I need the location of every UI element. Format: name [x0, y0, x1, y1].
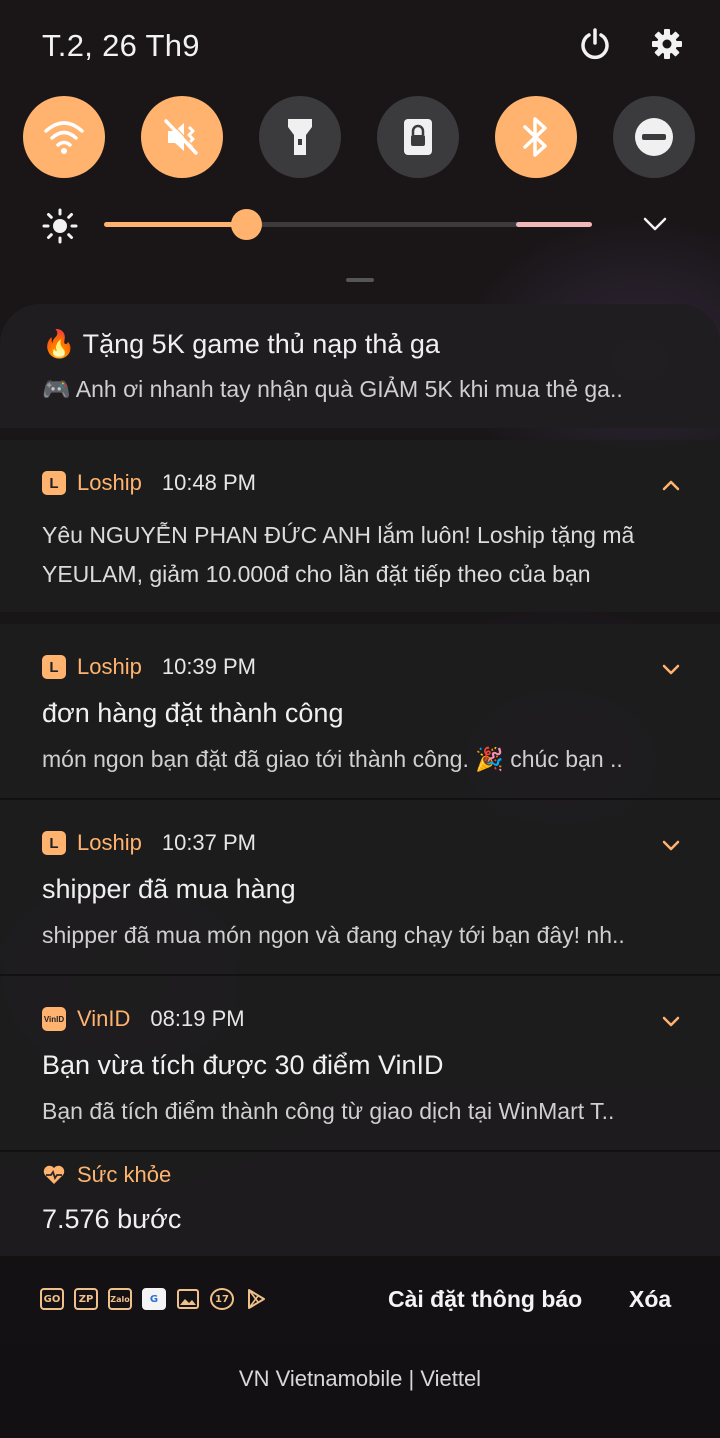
loship-app-icon: L	[42, 831, 66, 855]
notification-title: 🔥 Tặng 5K game thủ nạp thả ga	[42, 329, 440, 359]
notification-body: Bạn đã tích điểm thành công từ giao dịch…	[42, 1098, 615, 1124]
vibrate-mute-icon	[164, 118, 199, 155]
zalopay-app-icon: ZP	[74, 1288, 98, 1310]
date-text: T.2, 26 Th9	[42, 28, 200, 63]
collapse-chevron-icon[interactable]	[660, 478, 682, 492]
notification-body: shipper đã mua món ngon và đang chạy tới…	[42, 922, 625, 948]
rotation-lock-toggle[interactable]	[377, 96, 459, 178]
brightness-fill	[104, 222, 246, 227]
flashlight-toggle[interactable]	[259, 96, 341, 178]
do-not-disturb-toggle[interactable]	[613, 96, 695, 178]
wifi-toggle[interactable]	[23, 96, 105, 178]
notification-time: 10:39 PM	[161, 654, 257, 679]
notification-header: L Loship 10:48 PM	[42, 468, 256, 498]
calendar-app-icon: 17	[210, 1288, 234, 1310]
notification-header: L Loship 10:37 PM	[42, 828, 256, 858]
status-bar: T.2, 26 Th9	[0, 0, 720, 90]
notification-time: 10:37 PM	[161, 830, 257, 855]
notification-title: 7.576 bước	[42, 1204, 182, 1234]
quick-settings-row	[0, 96, 720, 180]
app-name: VinID	[77, 1006, 131, 1031]
expand-chevron-icon[interactable]	[660, 662, 682, 676]
minus-circle-icon	[635, 118, 673, 156]
notification-health[interactable]: Sức khỏe 7.576 bước	[0, 1152, 720, 1256]
gamepad-app-icon: GO	[40, 1288, 64, 1310]
notification-loship-order-success[interactable]: L Loship 10:39 PM đơn hàng đặt thành côn…	[0, 624, 720, 798]
clear-all-button[interactable]: Xóa	[629, 1286, 671, 1313]
notification-header: VinID VinID 08:19 PM	[42, 1004, 245, 1034]
brightness-slider[interactable]	[104, 209, 592, 240]
google-app-icon: G	[142, 1288, 166, 1310]
notification-body: 🎮 Anh ơi nhanh tay nhận quà GIẢM 5K khi …	[42, 376, 623, 402]
notification-title: Bạn vừa tích được 30 điểm VinID	[42, 1050, 444, 1080]
flashlight-icon	[288, 119, 312, 155]
notification-header: Sức khỏe	[42, 1160, 171, 1190]
notification-header: L Loship 10:39 PM	[42, 652, 256, 682]
app-name: Loship	[77, 654, 142, 679]
notification-loship-shipper[interactable]: L Loship 10:37 PM shipper đã mua hàng sh…	[0, 800, 720, 974]
expand-chevron-icon[interactable]	[640, 212, 670, 236]
app-name: Sức khỏe	[77, 1162, 172, 1187]
notification-body: món ngon bạn đặt đã giao tới thành công.…	[42, 746, 623, 772]
carrier-text: VN Vietnamobile | Viettel	[238, 1366, 482, 1391]
lock-icon	[404, 119, 432, 155]
settings-gear-icon[interactable]	[649, 26, 685, 62]
notification-time: 08:19 PM	[150, 1006, 245, 1031]
notification-footer: GO ZP Zalo G 17 Cài đặt thông báo Xóa	[0, 1256, 720, 1344]
app-name: Loship	[77, 470, 142, 495]
app-name: Loship	[77, 830, 142, 855]
loship-app-icon: L	[42, 471, 66, 495]
brightness-thumb[interactable]	[231, 209, 262, 240]
vinid-app-icon: VinID	[42, 1007, 66, 1031]
expand-chevron-icon[interactable]	[660, 1014, 682, 1028]
notification-settings-button[interactable]: Cài đặt thông báo	[388, 1286, 582, 1313]
gallery-app-icon	[176, 1288, 200, 1310]
notification-body-line1: Yêu NGUYỄN PHAN ĐỨC ANH lắm luôn! Loship…	[42, 522, 635, 548]
loship-app-icon: L	[42, 655, 66, 679]
panel-drag-handle[interactable]	[346, 278, 374, 282]
notification-time: 10:48 PM	[161, 470, 257, 495]
notification-body-line2: YEULAM, giảm 10.000đ cho lần đặt tiếp th…	[42, 561, 591, 587]
notification-title: đơn hàng đặt thành công	[42, 698, 344, 728]
brightness-track-highlight	[516, 222, 592, 227]
expand-chevron-icon[interactable]	[660, 838, 682, 852]
bluetooth-icon	[523, 117, 547, 157]
brightness-sun-icon	[42, 208, 78, 244]
notification-promo[interactable]: 🔥 Tặng 5K game thủ nạp thả ga 🎮 Anh ơi n…	[0, 304, 720, 428]
brightness-row	[0, 200, 720, 250]
sound-toggle[interactable]	[141, 96, 223, 178]
heart-pulse-icon	[43, 1165, 65, 1184]
bluetooth-toggle[interactable]	[495, 96, 577, 178]
zalo-app-icon: Zalo	[108, 1288, 132, 1310]
notification-loship-expanded[interactable]: L Loship 10:48 PM Yêu NGUYỄN PHAN ĐỨC AN…	[0, 440, 720, 612]
power-icon[interactable]	[577, 26, 613, 62]
play-store-icon	[244, 1288, 268, 1310]
notification-vinid[interactable]: VinID VinID 08:19 PM Bạn vừa tích được 3…	[0, 976, 720, 1150]
app-icon-tray: GO ZP Zalo G 17	[40, 1286, 278, 1312]
wifi-icon	[44, 121, 84, 154]
notification-title: shipper đã mua hàng	[42, 874, 296, 904]
